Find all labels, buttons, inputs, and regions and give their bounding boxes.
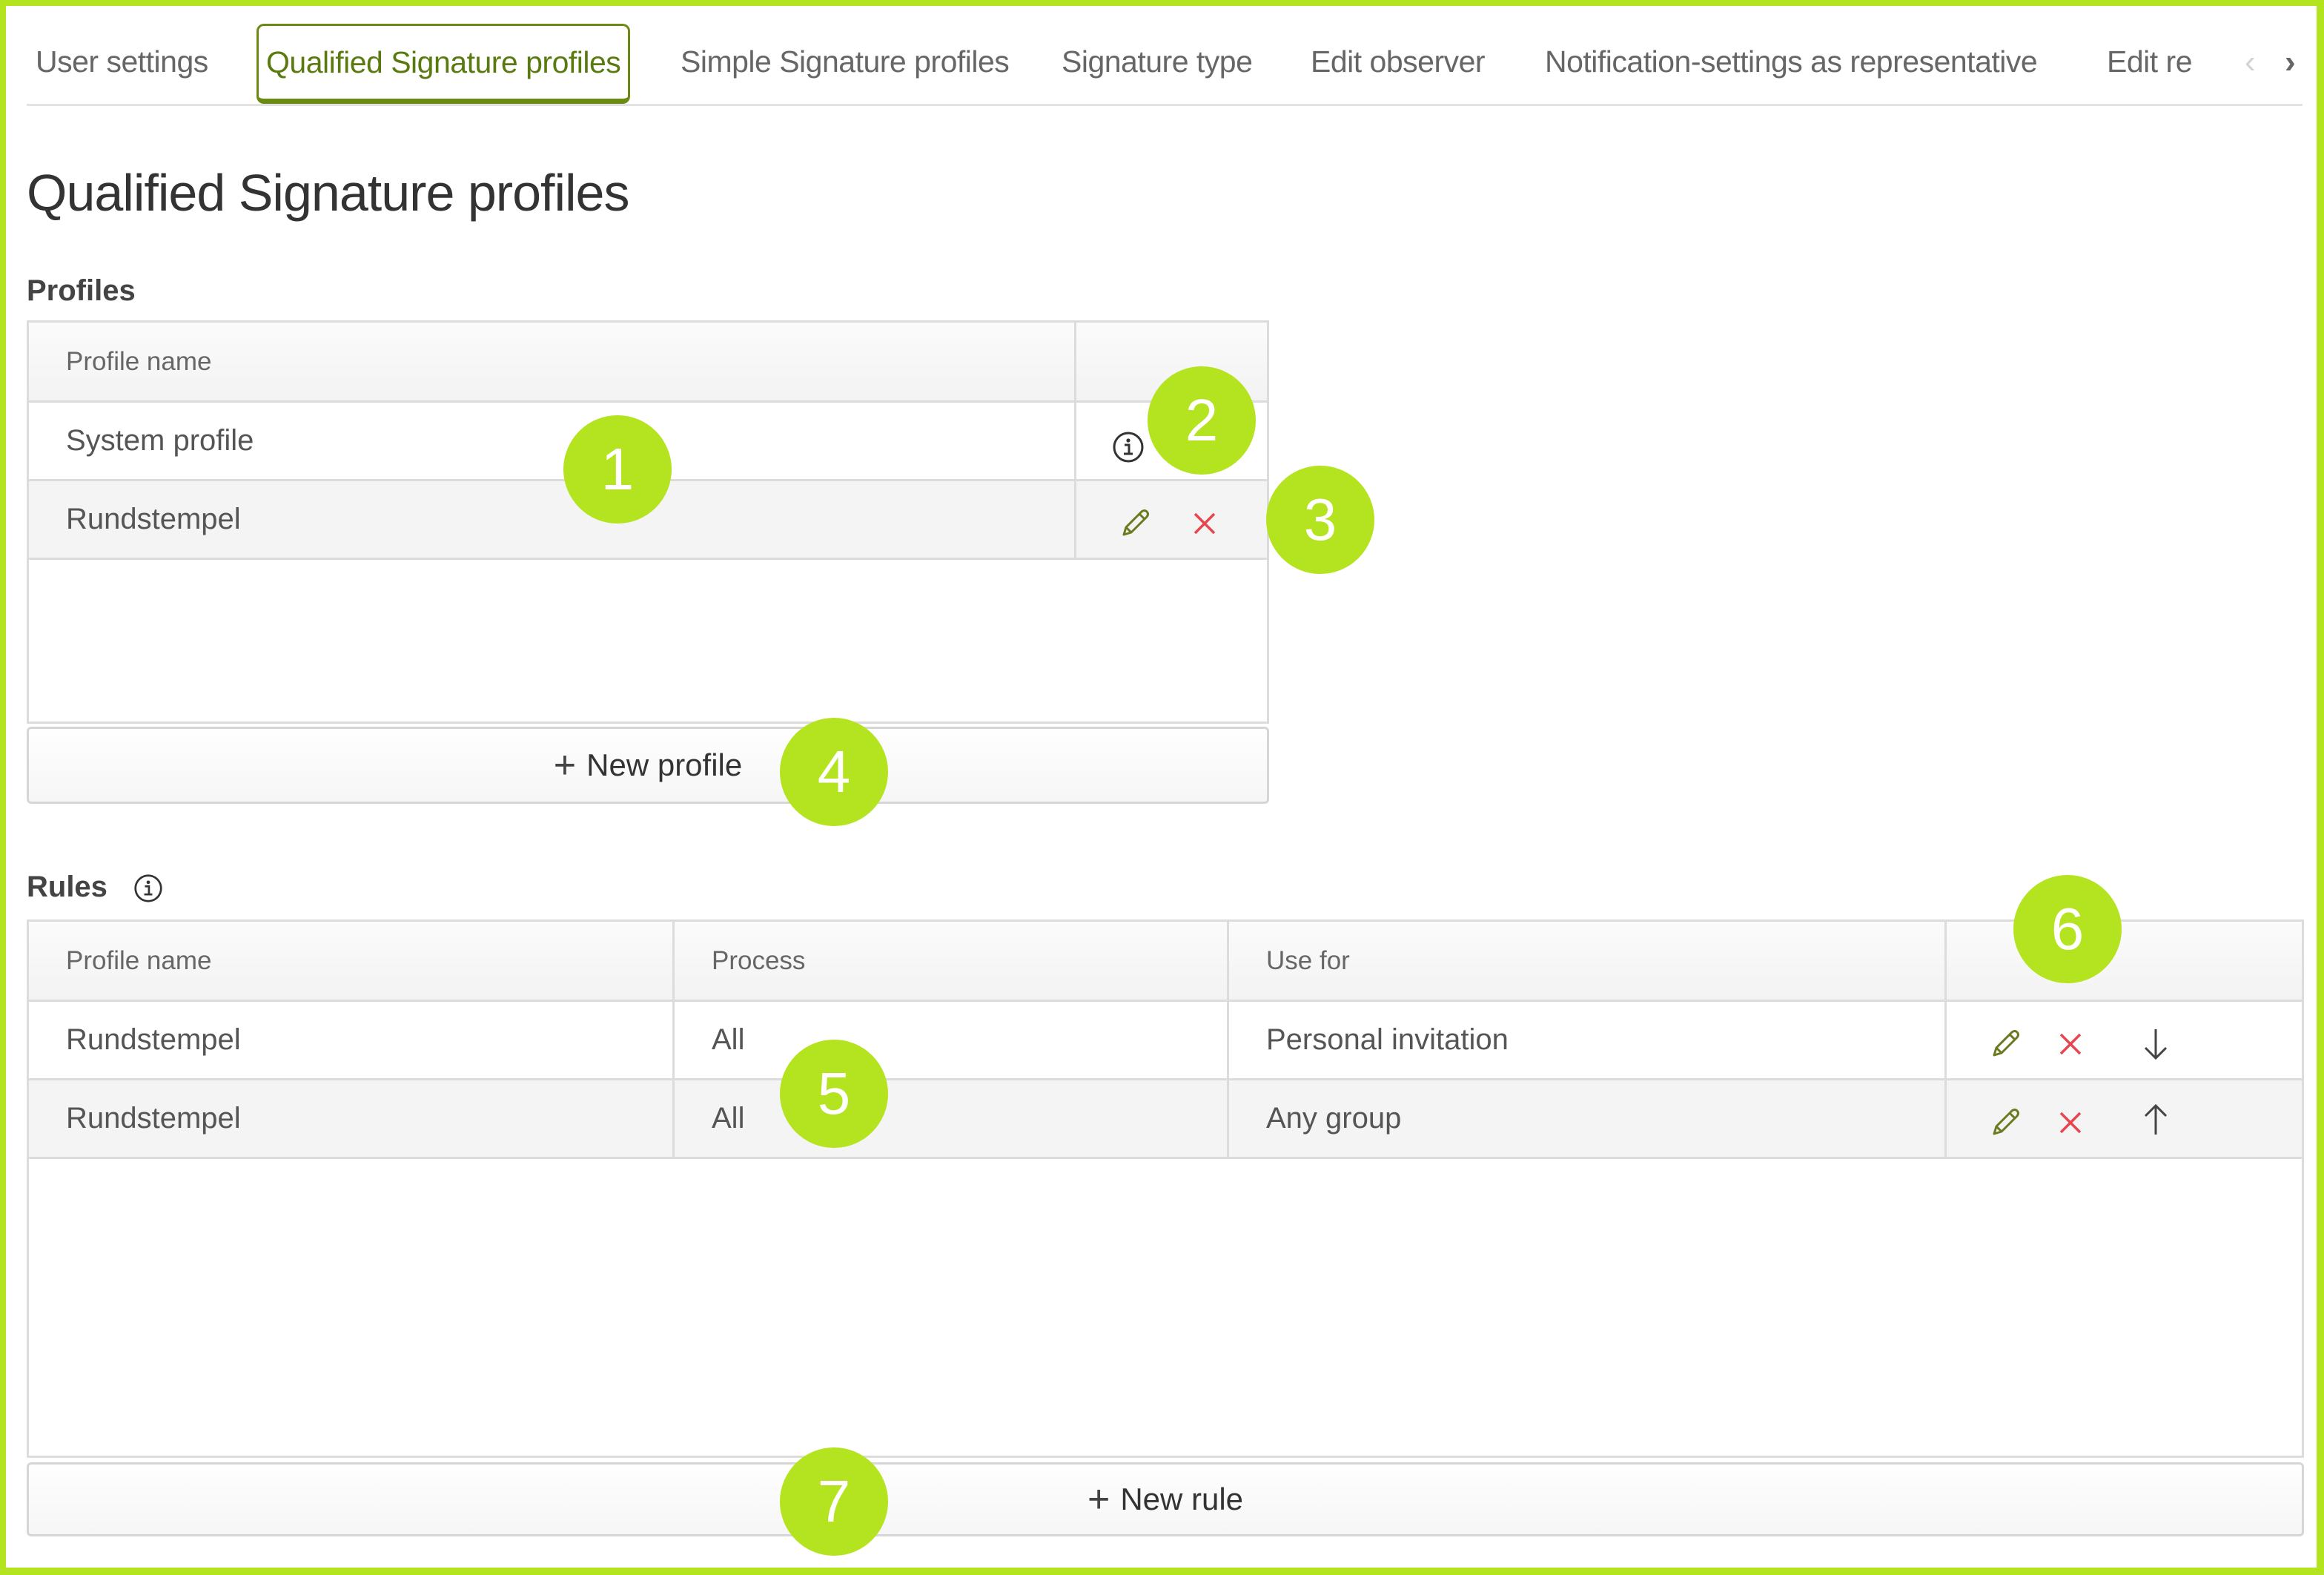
tab-edit-representative[interactable]: Edit re bbox=[2107, 27, 2193, 96]
profiles-table: Profile name System profile Rundstempel bbox=[27, 320, 1269, 724]
callout-marker-5: 5 bbox=[780, 1040, 888, 1148]
callout-marker-1: 1 bbox=[563, 415, 672, 524]
table-header-row: Profile name Process Use for bbox=[29, 922, 2302, 1002]
delete-x-icon[interactable] bbox=[1192, 511, 1217, 536]
pencil-icon[interactable] bbox=[1988, 1027, 2022, 1061]
column-header-use-for[interactable]: Use for bbox=[1227, 922, 1944, 1000]
callout-marker-6: 6 bbox=[2013, 875, 2122, 983]
new-profile-label: New profile bbox=[586, 747, 743, 782]
plus-icon: + bbox=[1087, 1478, 1110, 1521]
callout-marker-3: 3 bbox=[1266, 466, 1374, 574]
plus-icon: + bbox=[553, 744, 577, 787]
column-header-process[interactable]: Process bbox=[672, 922, 1227, 1000]
chevron-left-icon[interactable]: ‹ bbox=[2245, 46, 2256, 79]
rule-profile-cell: Rundstempel bbox=[66, 1023, 241, 1056]
rule-profile-cell: Rundstempel bbox=[66, 1102, 241, 1135]
new-rule-button[interactable]: + New rule bbox=[27, 1462, 2304, 1536]
rule-use-for-cell: Any group bbox=[1227, 1080, 1944, 1157]
actions-cell bbox=[1074, 481, 1267, 558]
actions-cell bbox=[1944, 1080, 2302, 1157]
rule-process-cell: All bbox=[672, 1080, 1227, 1157]
callout-marker-7: 7 bbox=[780, 1447, 888, 1556]
column-header-profile-name[interactable]: Profile name bbox=[29, 922, 672, 1000]
tab-notification-settings[interactable]: Notification-settings as representative bbox=[1545, 27, 2038, 96]
tab-user-settings[interactable]: User settings bbox=[36, 27, 208, 96]
tab-overflow-fade bbox=[2191, 27, 2251, 96]
profile-name-cell: System profile bbox=[66, 424, 254, 457]
tab-signature-type[interactable]: Signature type bbox=[1062, 27, 1253, 96]
callout-marker-4: 4 bbox=[780, 718, 888, 826]
delete-x-icon[interactable] bbox=[2058, 1110, 2083, 1135]
page-title: Qualified Signature profiles bbox=[27, 164, 629, 222]
new-rule-label: New rule bbox=[1120, 1482, 1244, 1516]
callout-marker-2: 2 bbox=[1148, 366, 1256, 475]
info-icon[interactable] bbox=[1112, 431, 1145, 463]
table-row[interactable]: Rundstempel All Any group bbox=[29, 1080, 2302, 1159]
arrow-down-icon[interactable] bbox=[2141, 1027, 2171, 1061]
delete-x-icon[interactable] bbox=[2058, 1031, 2083, 1057]
rules-heading: Rules bbox=[27, 871, 107, 903]
arrow-up-icon[interactable] bbox=[2141, 1103, 2171, 1137]
tab-qualified-signature-profiles[interactable]: Qualified Signature profiles bbox=[256, 24, 631, 104]
chevron-right-icon[interactable]: › bbox=[2285, 46, 2296, 79]
rules-table: Profile name Process Use for Rundstempel… bbox=[27, 919, 2304, 1458]
tab-bar: User settings Qualified Signature profil… bbox=[27, 22, 2303, 106]
tab-edit-observer[interactable]: Edit observer bbox=[1311, 27, 1486, 96]
table-row[interactable]: Rundstempel All Personal invitation bbox=[29, 1002, 2302, 1080]
column-header-actions bbox=[1944, 922, 2302, 1000]
new-profile-button[interactable]: + New profile bbox=[27, 727, 1269, 804]
pencil-icon[interactable] bbox=[1118, 506, 1152, 541]
profiles-heading: Profiles bbox=[27, 274, 136, 307]
table-header-row: Profile name bbox=[29, 323, 1267, 403]
rule-use-for-cell: Personal invitation bbox=[1227, 1002, 1944, 1078]
pencil-icon[interactable] bbox=[1988, 1106, 2022, 1140]
tab-simple-signature-profiles[interactable]: Simple Signature profiles bbox=[681, 27, 1010, 96]
column-header-profile-name[interactable]: Profile name bbox=[29, 323, 1074, 400]
rule-process-cell: All bbox=[672, 1002, 1227, 1078]
rules-info-icon[interactable] bbox=[133, 874, 163, 903]
profile-name-cell: Rundstempel bbox=[66, 503, 241, 535]
actions-cell bbox=[1944, 1002, 2302, 1078]
